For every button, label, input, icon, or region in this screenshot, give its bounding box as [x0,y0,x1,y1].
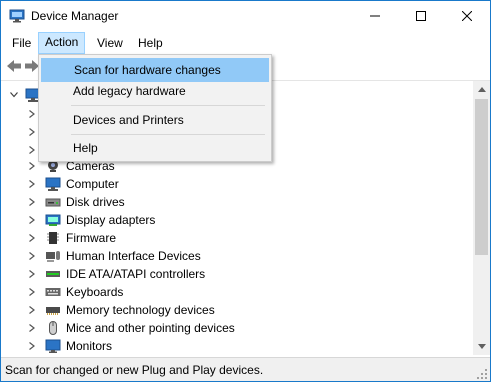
collapse-chevron-icon[interactable] [10,92,18,98]
device-manager-window: Device Manager File Action View Help Cam… [0,0,491,382]
tree-item-label: Human Interface Devices [66,249,201,263]
menu-item-label: Add legacy hardware [73,84,186,98]
menu-item-label: Help [73,141,98,155]
ide-controller-icon [46,271,60,277]
menu-item-add-legacy-hardware[interactable]: Add legacy hardware [41,80,267,102]
device-manager-app-icon [9,9,25,23]
expand-chevron-icon[interactable] [29,252,35,260]
vertical-scrollbar[interactable] [473,81,490,355]
scroll-up-button[interactable] [473,81,490,98]
expand-chevron-icon[interactable] [29,128,35,136]
expand-chevron-icon[interactable] [29,162,35,170]
keyboard-icon [45,288,61,296]
expand-chevron-icon[interactable] [29,288,35,296]
tree-item-computer[interactable]: Computer [1,175,471,193]
status-bar: Scan for changed or new Plug and Play de… [1,357,490,381]
menu-action[interactable]: Action [38,32,86,54]
display-adapter-icon [45,214,61,226]
disk-drive-icon [45,198,61,207]
tree-item-label: Firmware [66,231,116,245]
tree-item-label: Disk drives [66,195,125,209]
window-title: Device Manager [31,9,119,23]
chevron-up-icon [477,87,486,92]
tree-item-label: Keyboards [66,285,124,299]
expand-chevron-icon[interactable] [29,306,35,314]
tree-item-label: Memory technology devices [66,303,215,317]
expand-chevron-icon[interactable] [29,270,35,278]
tree-item-keyboards[interactable]: Keyboards [1,283,471,301]
close-icon [462,11,472,21]
tree-item-disk-drives[interactable]: Disk drives [1,193,471,211]
hid-icon [46,251,60,262]
menu-bar: File Action View Help [1,31,490,54]
menu-separator [71,105,265,106]
expand-chevron-icon[interactable] [29,234,35,242]
chevron-down-icon [477,344,486,349]
menu-item-label: Scan for hardware changes [74,63,221,77]
menu-item-label: Devices and Printers [73,113,184,127]
expand-chevron-icon[interactable] [29,146,35,154]
menu-item-help[interactable]: Help [41,137,267,159]
expand-chevron-icon[interactable] [29,216,35,224]
tree-item-human-interface-devices[interactable]: Human Interface Devices [1,247,471,265]
tree-item-label: Display adapters [66,213,156,227]
tree-item-label: Mice and other pointing devices [66,321,235,335]
title-bar[interactable]: Device Manager [1,1,490,31]
maximize-icon [416,11,426,21]
forward-arrow-icon[interactable] [25,60,39,72]
memory-icon [46,307,60,315]
menu-separator [71,134,265,135]
action-menu-dropdown: Scan for hardware changes Add legacy har… [38,54,272,162]
menu-file[interactable]: File [6,33,37,53]
monitor-icon [45,339,61,353]
resize-grip-icon[interactable] [477,369,487,379]
scroll-down-button[interactable] [473,338,490,355]
expand-chevron-icon[interactable] [29,324,35,332]
firmware-chip-icon [47,232,59,244]
menu-item-devices-and-printers[interactable]: Devices and Printers [41,109,267,131]
menu-help[interactable]: Help [132,33,169,53]
minimize-button[interactable] [352,1,398,31]
tree-item-mice-and-other-pointing-devices[interactable]: Mice and other pointing devices [1,319,471,337]
tree-item-monitors[interactable]: Monitors [1,337,471,355]
minimize-icon [370,15,380,17]
tree-item-ide-ata-atapi-controllers[interactable]: IDE ATA/ATAPI controllers [1,265,471,283]
tree-item-memory-technology-devices[interactable]: Memory technology devices [1,301,471,319]
tree-item-label: IDE ATA/ATAPI controllers [66,267,206,281]
expand-chevron-icon[interactable] [29,342,35,350]
computer-icon [45,177,61,191]
expand-chevron-icon[interactable] [29,198,35,206]
expand-chevron-icon[interactable] [29,180,35,188]
mouse-icon [49,321,57,335]
maximize-button[interactable] [398,1,444,31]
tree-item-label: Monitors [66,339,113,353]
status-text: Scan for changed or new Plug and Play de… [5,363,264,377]
tree-item-display-adapters[interactable]: Display adapters [1,211,471,229]
menu-item-scan-for-hardware-changes[interactable]: Scan for hardware changes [41,58,269,82]
expand-chevron-icon[interactable] [29,110,35,118]
close-button[interactable] [444,1,490,31]
scrollbar-thumb[interactable] [475,99,488,255]
back-arrow-icon[interactable] [7,60,21,72]
tree-item-label: Computer [66,177,119,191]
tree-item-firmware[interactable]: Firmware [1,229,471,247]
menu-view[interactable]: View [91,33,129,53]
